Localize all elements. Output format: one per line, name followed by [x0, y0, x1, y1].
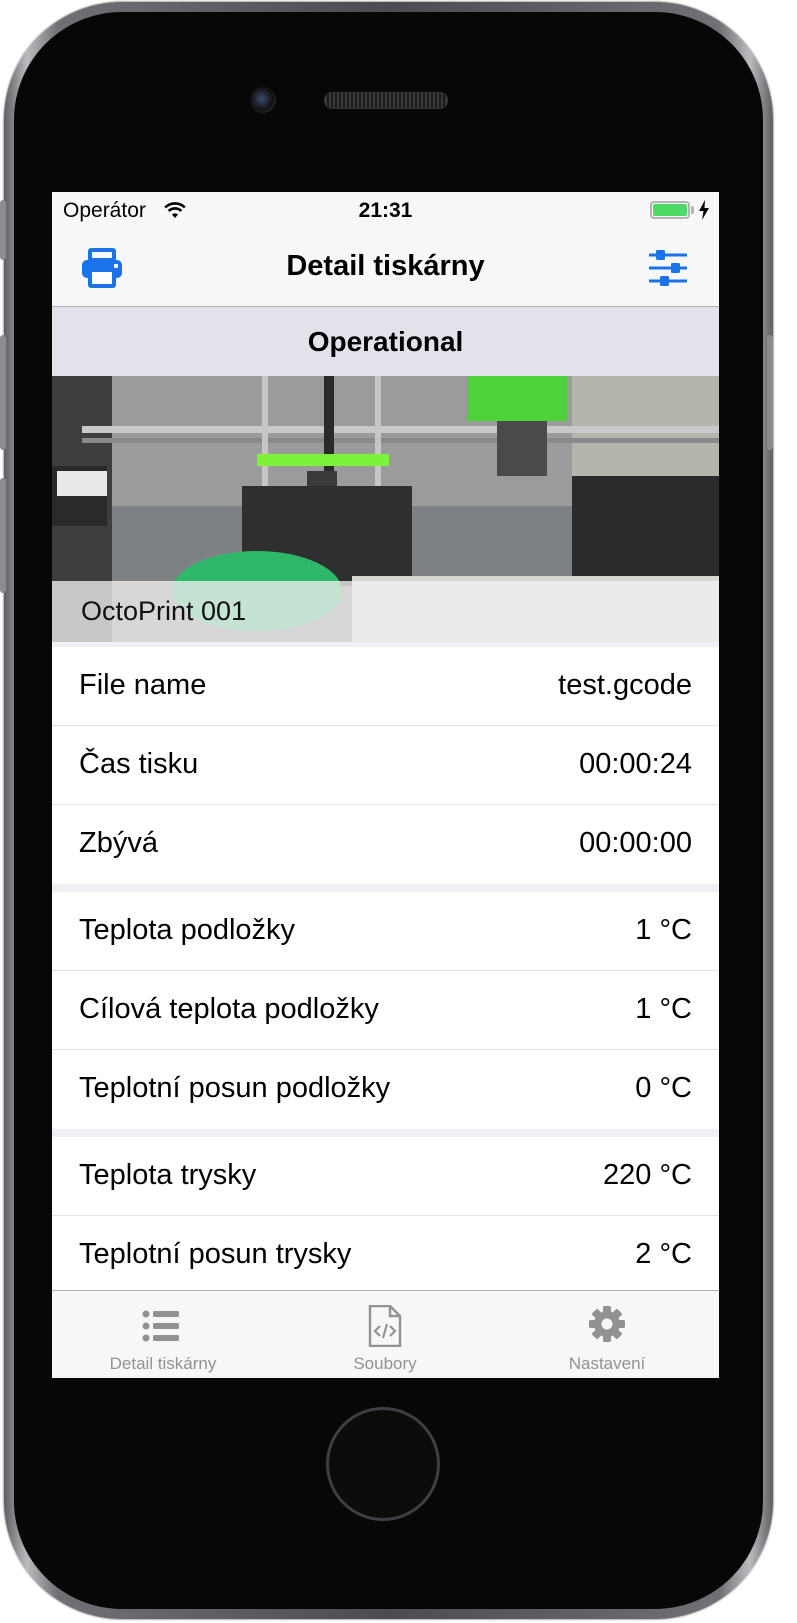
row-value: 0 °C	[635, 1072, 692, 1104]
volume-up-button	[0, 335, 6, 450]
power-button	[767, 335, 773, 450]
home-button[interactable]	[326, 1407, 440, 1521]
row-value: 2 °C	[635, 1238, 692, 1270]
list-item: Teplotní posun podložky 0 °C	[52, 1050, 719, 1129]
clock: 21:31	[358, 199, 413, 222]
tab-files[interactable]: Soubory	[274, 1291, 496, 1378]
list-item: Teplota trysky 220 °C	[52, 1137, 719, 1216]
battery-tip	[691, 206, 694, 214]
row-label: Teplota trysky	[79, 1159, 257, 1191]
list-item: Teplotní posun trysky 2 °C	[52, 1216, 719, 1295]
row-label: Teplotní posun trysky	[79, 1238, 352, 1270]
tab-bar: Detail tiskárny Soubory Nastavení	[52, 1290, 719, 1378]
tab-label: Detail tiskárny	[109, 1354, 217, 1373]
printer-name: OctoPrint 001	[81, 596, 247, 626]
navigation-bar: Detail tiskárny	[52, 230, 719, 307]
screen: Operátor 21:31 Detail tiskárny Operation…	[52, 192, 719, 1378]
front-camera	[250, 87, 276, 113]
list-item: Teplota podložky 1 °C	[52, 892, 719, 971]
row-value: 220 °C	[603, 1159, 692, 1191]
row-value: 00:00:24	[579, 748, 692, 780]
row-label: Zbývá	[79, 827, 158, 859]
status-bar: Operátor 21:31	[52, 192, 719, 230]
earpiece-speaker	[324, 92, 448, 109]
sliders-icon[interactable]	[648, 250, 688, 291]
printer-state: Operational	[52, 307, 719, 376]
battery-icon	[650, 201, 690, 219]
row-value: 1 °C	[635, 914, 692, 946]
section-gap	[52, 1129, 719, 1137]
row-label: Cílová teplota podložky	[79, 993, 379, 1025]
row-label: Teplotní posun podložky	[79, 1072, 391, 1104]
tab-label: Soubory	[353, 1354, 417, 1373]
volume-down-button	[0, 478, 6, 593]
webcam-image[interactable]: OctoPrint 001	[52, 376, 719, 642]
tab-settings[interactable]: Nastavení	[496, 1291, 718, 1378]
row-label: Teplota podložky	[79, 914, 296, 946]
row-value: test.gcode	[558, 669, 692, 701]
list-icon	[138, 1305, 188, 1347]
list-item: Cílová teplota podložky 1 °C	[52, 971, 719, 1050]
list-item: Zbývá 00:00:00	[52, 805, 719, 884]
section-gap	[52, 884, 719, 892]
tab-detail[interactable]: Detail tiskárny	[52, 1291, 274, 1378]
list-item: Čas tisku 00:00:24	[52, 726, 719, 805]
code-file-icon	[360, 1304, 410, 1348]
row-value: 1 °C	[635, 993, 692, 1025]
gear-icon	[582, 1305, 632, 1347]
row-value: 00:00:00	[579, 827, 692, 859]
mute-switch	[0, 200, 6, 260]
charging-bolt-icon	[698, 200, 710, 226]
row-label: File name	[79, 669, 207, 701]
row-label: Čas tisku	[79, 748, 199, 780]
list-item: File name test.gcode	[52, 647, 719, 726]
tab-label: Nastavení	[568, 1354, 646, 1373]
page-title: Detail tiskárny	[286, 250, 485, 282]
